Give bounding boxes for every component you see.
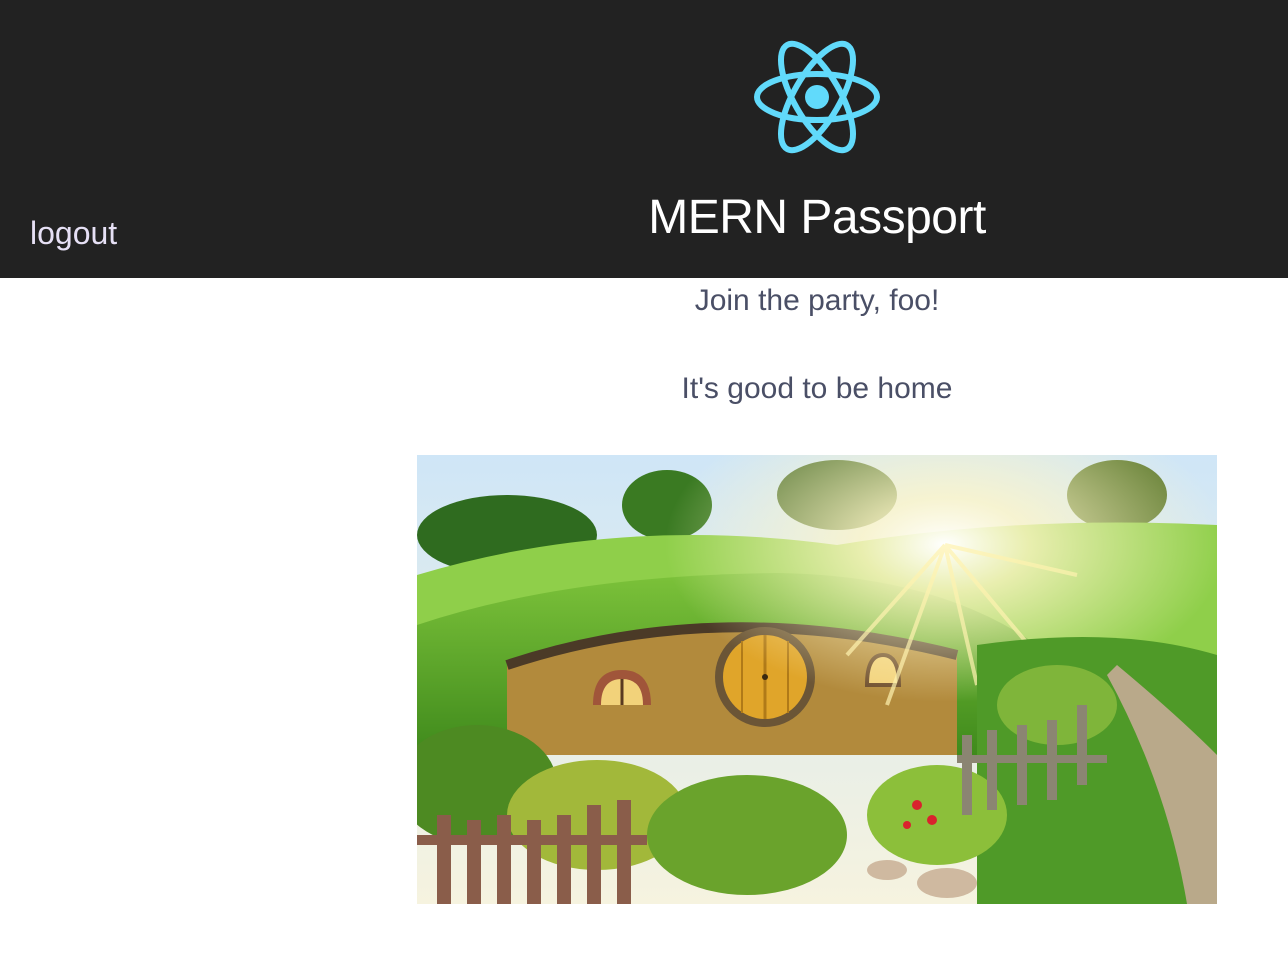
logout-link[interactable]: logout <box>30 215 117 252</box>
app-header: logout MERN Passport <box>0 0 1288 278</box>
react-atom-icon <box>754 40 880 154</box>
hobbit-hole-image <box>417 455 1217 904</box>
app-title: MERN Passport <box>648 191 986 244</box>
welcome-message: Join the party, foo! <box>694 284 940 317</box>
home-subtitle: It's good to be home <box>681 372 953 405</box>
